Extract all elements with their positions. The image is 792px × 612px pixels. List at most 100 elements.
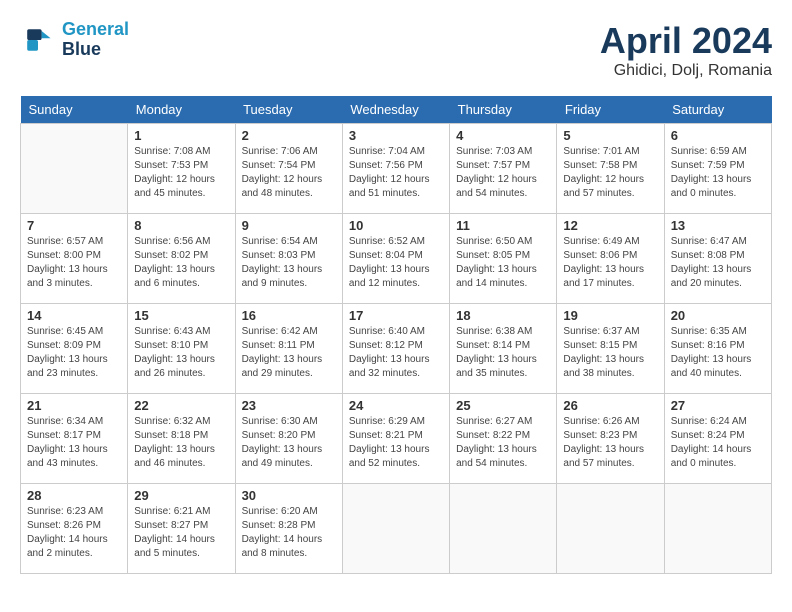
calendar-cell: 14 Sunrise: 6:45 AMSunset: 8:09 PMDayligh… bbox=[21, 304, 128, 394]
calendar-cell bbox=[21, 124, 128, 214]
calendar-cell: 30 Sunrise: 6:20 AMSunset: 8:28 PMDayligh… bbox=[235, 484, 342, 574]
day-number: 22 bbox=[134, 398, 228, 413]
calendar-cell bbox=[557, 484, 664, 574]
calendar-cell: 12Sunrise: 6:49 AMSunset: 8:06 PMDayligh… bbox=[557, 214, 664, 304]
day-header-saturday: Saturday bbox=[664, 96, 771, 124]
day-number: 18 bbox=[456, 308, 550, 323]
day-number: 26 bbox=[563, 398, 657, 413]
calendar-cell: 19Sunrise: 6:37 AMSunset: 8:15 PMDayligh… bbox=[557, 304, 664, 394]
calendar-cell: 4 Sunrise: 7:03 AMSunset: 7:57 PMDaylight… bbox=[450, 124, 557, 214]
calendar-cell: 1 Sunrise: 7:08 AMSunset: 7:53 PMDaylight… bbox=[128, 124, 235, 214]
calendar-cell: 28 Sunrise: 6:23 AMSunset: 8:26 PMDayligh… bbox=[21, 484, 128, 574]
day-header-monday: Monday bbox=[128, 96, 235, 124]
calendar-cell: 16 Sunrise: 6:42 AMSunset: 8:11 PMDayligh… bbox=[235, 304, 342, 394]
day-number: 1 bbox=[134, 128, 228, 143]
day-header-friday: Friday bbox=[557, 96, 664, 124]
month-title: April 2024 bbox=[600, 20, 772, 62]
day-info: Sunrise: 6:21 AMSunset: 8:27 PMDaylight:… bbox=[134, 505, 228, 561]
day-number: 14 bbox=[27, 308, 121, 323]
day-header-wednesday: Wednesday bbox=[342, 96, 449, 124]
day-number: 23 bbox=[242, 398, 336, 413]
day-info: Sunrise: 6:26 AMSunset: 8:23 PMDaylight:… bbox=[563, 415, 657, 471]
week-row-1: 1 Sunrise: 7:08 AMSunset: 7:53 PMDaylight… bbox=[21, 124, 772, 214]
day-info: Sunrise: 6:32 AMSunset: 8:18 PMDaylight:… bbox=[134, 415, 228, 471]
day-number: 28 bbox=[27, 488, 121, 503]
day-number: 29 bbox=[134, 488, 228, 503]
day-number: 25 bbox=[456, 398, 550, 413]
day-number: 15 bbox=[134, 308, 228, 323]
day-info: Sunrise: 6:35 AMSunset: 8:16 PMDaylight:… bbox=[671, 325, 765, 381]
logo-icon bbox=[20, 22, 56, 58]
day-info: Sunrise: 6:23 AMSunset: 8:26 PMDaylight:… bbox=[27, 505, 121, 561]
calendar-cell bbox=[342, 484, 449, 574]
day-number: 2 bbox=[242, 128, 336, 143]
calendar-cell: 13Sunrise: 6:47 AMSunset: 8:08 PMDayligh… bbox=[664, 214, 771, 304]
day-info: Sunrise: 6:56 AMSunset: 8:02 PMDaylight:… bbox=[134, 235, 228, 291]
page-header: General Blue April 2024 Ghidici, Dolj, R… bbox=[20, 20, 772, 80]
calendar-cell: 25 Sunrise: 6:27 AMSunset: 8:22 PMDayligh… bbox=[450, 394, 557, 484]
day-info: Sunrise: 6:54 AMSunset: 8:03 PMDaylight:… bbox=[242, 235, 336, 291]
calendar-cell: 8 Sunrise: 6:56 AMSunset: 8:02 PMDaylight… bbox=[128, 214, 235, 304]
day-info: Sunrise: 6:27 AMSunset: 8:22 PMDaylight:… bbox=[456, 415, 550, 471]
calendar-cell: 10Sunrise: 6:52 AMSunset: 8:04 PMDayligh… bbox=[342, 214, 449, 304]
day-info: Sunrise: 7:06 AMSunset: 7:54 PMDaylight:… bbox=[242, 145, 336, 201]
day-header-tuesday: Tuesday bbox=[235, 96, 342, 124]
day-info: Sunrise: 6:42 AMSunset: 8:11 PMDaylight:… bbox=[242, 325, 336, 381]
week-row-2: 7Sunrise: 6:57 AMSunset: 8:00 PMDaylight… bbox=[21, 214, 772, 304]
day-number: 7 bbox=[27, 218, 121, 233]
day-header-thursday: Thursday bbox=[450, 96, 557, 124]
day-info: Sunrise: 6:45 AMSunset: 8:09 PMDaylight:… bbox=[27, 325, 121, 381]
day-info: Sunrise: 6:29 AMSunset: 8:21 PMDaylight:… bbox=[349, 415, 443, 471]
day-number: 30 bbox=[242, 488, 336, 503]
week-row-5: 28 Sunrise: 6:23 AMSunset: 8:26 PMDayligh… bbox=[21, 484, 772, 574]
day-number: 10 bbox=[349, 218, 443, 233]
week-row-4: 21Sunrise: 6:34 AMSunset: 8:17 PMDayligh… bbox=[21, 394, 772, 484]
calendar-cell: 21Sunrise: 6:34 AMSunset: 8:17 PMDayligh… bbox=[21, 394, 128, 484]
calendar-cell: 9Sunrise: 6:54 AMSunset: 8:03 PMDaylight… bbox=[235, 214, 342, 304]
day-info: Sunrise: 6:43 AMSunset: 8:10 PMDaylight:… bbox=[134, 325, 228, 381]
day-info: Sunrise: 7:08 AMSunset: 7:53 PMDaylight:… bbox=[134, 145, 228, 201]
day-info: Sunrise: 6:40 AMSunset: 8:12 PMDaylight:… bbox=[349, 325, 443, 381]
calendar-cell: 11 Sunrise: 6:50 AMSunset: 8:05 PMDayligh… bbox=[450, 214, 557, 304]
day-number: 11 bbox=[456, 218, 550, 233]
day-number: 4 bbox=[456, 128, 550, 143]
calendar-cell: 26 Sunrise: 6:26 AMSunset: 8:23 PMDayligh… bbox=[557, 394, 664, 484]
calendar-cell: 18Sunrise: 6:38 AMSunset: 8:14 PMDayligh… bbox=[450, 304, 557, 394]
day-number: 24 bbox=[349, 398, 443, 413]
calendar-cell bbox=[450, 484, 557, 574]
calendar-cell: 23 Sunrise: 6:30 AMSunset: 8:20 PMDayligh… bbox=[235, 394, 342, 484]
logo: General Blue bbox=[20, 20, 129, 60]
day-header-sunday: Sunday bbox=[21, 96, 128, 124]
calendar-cell: 6 Sunrise: 6:59 AMSunset: 7:59 PMDaylight… bbox=[664, 124, 771, 214]
day-info: Sunrise: 6:20 AMSunset: 8:28 PMDaylight:… bbox=[242, 505, 336, 561]
calendar-cell: 7Sunrise: 6:57 AMSunset: 8:00 PMDaylight… bbox=[21, 214, 128, 304]
day-info: Sunrise: 7:03 AMSunset: 7:57 PMDaylight:… bbox=[456, 145, 550, 201]
day-number: 19 bbox=[563, 308, 657, 323]
day-number: 16 bbox=[242, 308, 336, 323]
day-number: 17 bbox=[349, 308, 443, 323]
day-info: Sunrise: 6:49 AMSunset: 8:06 PMDaylight:… bbox=[563, 235, 657, 291]
day-info: Sunrise: 6:47 AMSunset: 8:08 PMDaylight:… bbox=[671, 235, 765, 291]
calendar-cell: 15 Sunrise: 6:43 AMSunset: 8:10 PMDayligh… bbox=[128, 304, 235, 394]
calendar-cell: 29 Sunrise: 6:21 AMSunset: 8:27 PMDayligh… bbox=[128, 484, 235, 574]
day-info: Sunrise: 6:24 AMSunset: 8:24 PMDaylight:… bbox=[671, 415, 765, 471]
calendar-cell: 20Sunrise: 6:35 AMSunset: 8:16 PMDayligh… bbox=[664, 304, 771, 394]
day-number: 5 bbox=[563, 128, 657, 143]
day-number: 3 bbox=[349, 128, 443, 143]
day-info: Sunrise: 6:50 AMSunset: 8:05 PMDaylight:… bbox=[456, 235, 550, 291]
day-number: 21 bbox=[27, 398, 121, 413]
day-info: Sunrise: 6:59 AMSunset: 7:59 PMDaylight:… bbox=[671, 145, 765, 201]
location-subtitle: Ghidici, Dolj, Romania bbox=[600, 62, 772, 80]
calendar-cell bbox=[664, 484, 771, 574]
logo-text: General Blue bbox=[62, 20, 129, 60]
day-number: 6 bbox=[671, 128, 765, 143]
calendar-cell: 17 Sunrise: 6:40 AMSunset: 8:12 PMDayligh… bbox=[342, 304, 449, 394]
calendar-header-row: SundayMondayTuesdayWednesdayThursdayFrid… bbox=[21, 96, 772, 124]
day-info: Sunrise: 7:04 AMSunset: 7:56 PMDaylight:… bbox=[349, 145, 443, 201]
day-number: 8 bbox=[134, 218, 228, 233]
day-info: Sunrise: 7:01 AMSunset: 7:58 PMDaylight:… bbox=[563, 145, 657, 201]
calendar-cell: 27Sunrise: 6:24 AMSunset: 8:24 PMDayligh… bbox=[664, 394, 771, 484]
calendar-cell: 2 Sunrise: 7:06 AMSunset: 7:54 PMDaylight… bbox=[235, 124, 342, 214]
week-row-3: 14 Sunrise: 6:45 AMSunset: 8:09 PMDayligh… bbox=[21, 304, 772, 394]
day-info: Sunrise: 6:30 AMSunset: 8:20 PMDaylight:… bbox=[242, 415, 336, 471]
